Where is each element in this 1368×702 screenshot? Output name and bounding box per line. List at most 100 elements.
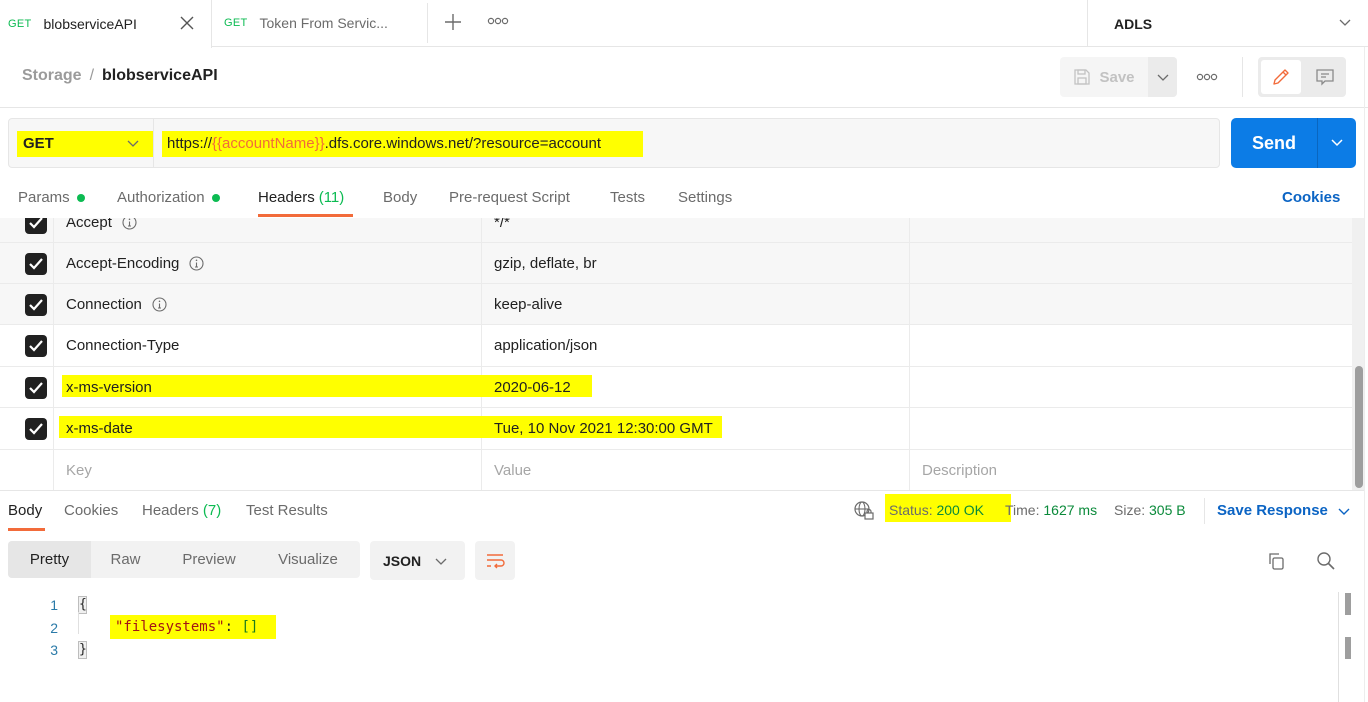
response-tab-body[interactable]: Body <box>8 502 42 519</box>
info-icon[interactable] <box>122 218 137 230</box>
open-brace[interactable]: { <box>78 596 87 614</box>
value-input[interactable]: Value <box>494 462 531 479</box>
save-button[interactable]: Save <box>1060 57 1148 97</box>
time-value[interactable]: 1627 ms <box>1043 502 1097 518</box>
header-key[interactable]: Connection <box>66 296 142 313</box>
header-value[interactable]: gzip, deflate, br <box>494 255 597 272</box>
cookies-link[interactable]: Cookies <box>1282 189 1340 206</box>
send-options-button[interactable] <box>1318 118 1356 168</box>
info-icon[interactable] <box>189 256 204 271</box>
format-raw[interactable]: Raw <box>100 541 151 578</box>
save-response-button[interactable]: Save Response <box>1217 502 1350 519</box>
edit-mode-button[interactable] <box>1261 60 1301 94</box>
indent-guide <box>78 612 79 634</box>
line-number: 2 <box>50 620 58 636</box>
table-row: Accept-Encoding gzip, deflate, br <box>0 243 1352 284</box>
chevron-down-icon <box>1339 19 1351 26</box>
chevron-down-icon <box>1157 74 1168 81</box>
tab-token-from-service[interactable]: GET Token From Servic... <box>212 3 428 43</box>
header-key[interactable]: x-ms-version <box>66 379 152 396</box>
tab-label: Pre-request Script <box>449 189 570 206</box>
header-key[interactable]: x-ms-date <box>66 420 133 437</box>
editor-scrollbar-marker <box>1345 637 1351 659</box>
breadcrumb-collection[interactable]: Storage <box>22 67 82 85</box>
network-globe-lock-icon[interactable] <box>853 500 875 522</box>
url-input[interactable]: https://{{accountName}}.dfs.core.windows… <box>167 135 601 152</box>
status-dot <box>76 193 85 202</box>
tab-authorization[interactable]: Authorization <box>117 189 220 206</box>
divider <box>0 107 1368 108</box>
comment-icon <box>1316 69 1334 86</box>
tab-label: Headers <box>142 502 199 519</box>
save-options-button[interactable] <box>1148 57 1177 97</box>
tab-bar: GET blobserviceAPI GET Token From Servic… <box>0 0 1368 48</box>
table-row: x-ms-date Tue, 10 Nov 2021 12:30:00 GMT <box>0 408 1352 450</box>
line-number: 3 <box>50 642 58 658</box>
table-row: Accept */* <box>0 218 1352 243</box>
comments-mode-button[interactable] <box>1308 60 1342 94</box>
row-checkbox[interactable] <box>25 418 47 440</box>
tab-headers[interactable]: Headers (11) <box>258 189 344 206</box>
response-tab-cookies[interactable]: Cookies <box>64 502 118 519</box>
size-value[interactable]: 305 B <box>1149 502 1186 518</box>
header-value[interactable]: application/json <box>494 337 597 354</box>
format-pretty[interactable]: Pretty <box>8 541 91 578</box>
description-input[interactable]: Description <box>922 462 997 479</box>
tab-body[interactable]: Body <box>383 189 417 206</box>
tab-tests[interactable]: Tests <box>610 189 645 206</box>
header-key[interactable]: Connection-Type <box>66 337 179 354</box>
check-icon <box>29 382 43 394</box>
language-value: JSON <box>383 552 422 569</box>
wrap-lines-button[interactable] <box>475 541 515 580</box>
headers-table: Accept */* Accept-Encoding gzip, deflate… <box>0 218 1352 490</box>
response-body-editor[interactable]: 1 2 3 { "filesystems": [] } <box>0 592 1340 702</box>
header-value[interactable]: keep-alive <box>494 296 562 313</box>
url-variable: {{accountName}} <box>212 135 325 152</box>
response-tab-headers[interactable]: Headers (7) <box>142 502 221 519</box>
header-value[interactable]: Tue, 10 Nov 2021 12:30:00 GMT <box>494 420 713 437</box>
table-row: x-ms-version 2020-06-12 <box>0 367 1352 408</box>
chevron-down-icon <box>1331 139 1343 147</box>
key-input[interactable]: Key <box>66 462 92 479</box>
empty-cell <box>0 450 54 490</box>
more-tabs-icon[interactable] <box>486 14 510 28</box>
format-preview[interactable]: Preview <box>170 541 248 578</box>
tab-settings[interactable]: Settings <box>678 189 732 206</box>
format-visualize[interactable]: Visualize <box>266 541 350 578</box>
tab-pre-request-script[interactable]: Pre-request Script <box>449 189 570 206</box>
environment-selector[interactable]: ADLS <box>1087 0 1368 47</box>
format-selector: Pretty Raw Preview Visualize <box>8 541 360 578</box>
status-value[interactable]: 200 OK <box>936 502 983 518</box>
row-checkbox[interactable] <box>25 377 47 399</box>
row-checkbox[interactable] <box>25 335 47 357</box>
copy-icon[interactable] <box>1266 551 1286 571</box>
header-value[interactable]: */* <box>494 218 510 231</box>
breadcrumb-separator: / <box>89 67 95 84</box>
active-tab-indicator <box>258 214 353 217</box>
header-key[interactable]: Accept <box>66 218 112 231</box>
breadcrumb-request-name[interactable]: blobserviceAPI <box>102 67 218 85</box>
search-icon[interactable] <box>1316 551 1336 571</box>
pane-divider[interactable] <box>0 490 1364 491</box>
header-key[interactable]: Accept-Encoding <box>66 255 179 272</box>
info-icon[interactable] <box>152 297 167 312</box>
scrollbar-thumb[interactable] <box>1355 366 1363 488</box>
response-status: Status: 200 OK <box>889 502 984 518</box>
method-selector[interactable]: GET <box>9 119 154 167</box>
check-icon <box>29 423 43 435</box>
tab-blobserviceapi[interactable]: GET blobserviceAPI <box>0 0 212 48</box>
language-selector[interactable]: JSON <box>370 541 465 580</box>
send-button[interactable]: Send <box>1231 118 1317 168</box>
response-tab-test-results[interactable]: Test Results <box>246 502 328 519</box>
header-value[interactable]: 2020-06-12 <box>494 379 571 396</box>
row-checkbox[interactable] <box>25 218 47 234</box>
row-checkbox[interactable] <box>25 294 47 316</box>
new-header-row: Key Value Description <box>0 450 1352 490</box>
close-icon[interactable] <box>178 14 196 32</box>
tab-label: Settings <box>678 189 733 206</box>
tab-params[interactable]: Params <box>18 189 85 206</box>
close-brace[interactable]: } <box>78 641 87 659</box>
plus-icon[interactable] <box>442 11 464 33</box>
more-actions-icon[interactable] <box>1195 70 1219 84</box>
row-checkbox[interactable] <box>25 253 47 275</box>
